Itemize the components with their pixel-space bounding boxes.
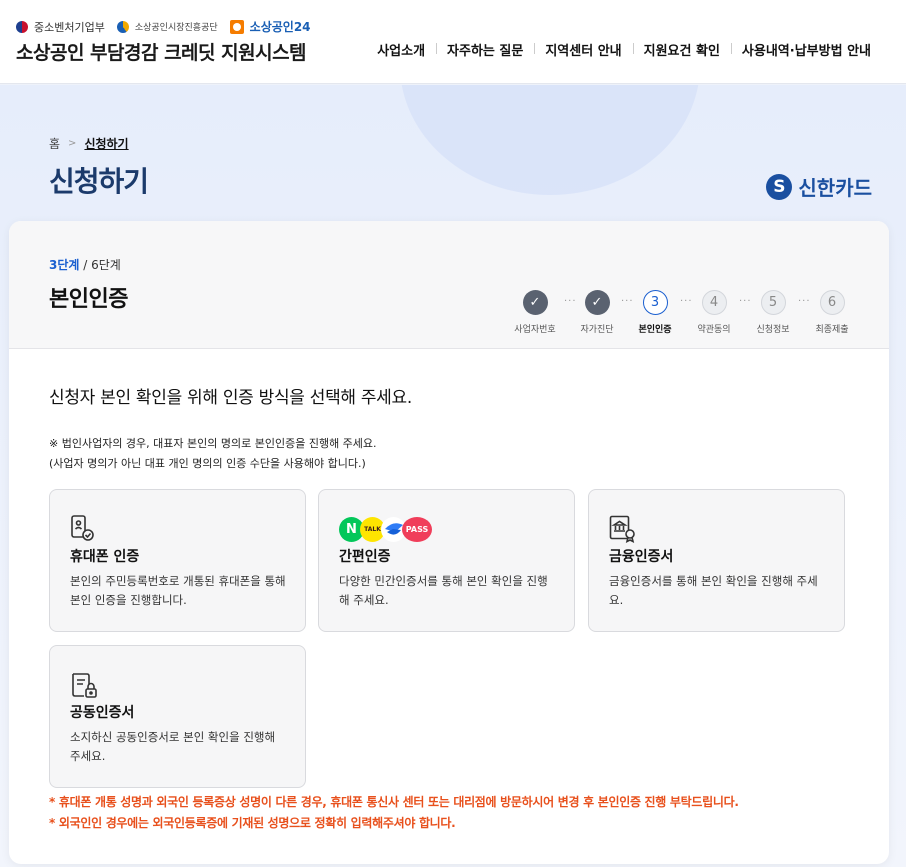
portal-logo-icon: [229, 19, 244, 34]
method-easy-auth[interactable]: N TALK PASS 간편인증 다양한 민간인증서를 통해 본인 확인을 진행…: [318, 489, 575, 632]
breadcrumb-home[interactable]: 홈: [49, 135, 60, 152]
step-progress: ✓ 사업자번호 ··· ✓ 자가진단 ··· 3 본인인증 ··· 4 약관동의…: [507, 290, 857, 340]
nav-item-faq[interactable]: 자주하는 질문: [436, 40, 534, 59]
step-title: 본인인증: [49, 287, 128, 312]
method-phone-auth[interactable]: 휴대폰 인증 본인의 주민등록번호로 개통된 휴대폰을 통해 본인 인증을 진행…: [49, 489, 306, 632]
method-desc: 다양한 민간인증서를 통해 본인 확인을 진행해 주세요.: [339, 574, 548, 607]
step-item-1: ✓ 사업자번호: [505, 290, 565, 335]
chevron-right-icon: >: [68, 138, 77, 149]
step-header: 3단계 / 6단계 본인인증 ✓ 사업자번호 ··· ✓ 자가진단 ··· 3 …: [9, 221, 889, 349]
nav-item-eligibility[interactable]: 지원요건 확인: [632, 40, 731, 59]
step-number: 5: [760, 290, 786, 315]
step-counter: 3단계 / 6단계: [49, 256, 121, 273]
step-current: 3단계: [49, 258, 80, 272]
check-icon: ✓: [522, 290, 548, 315]
method-desc: 금융인증서를 통해 본인 확인을 진행해 주세요.: [609, 574, 818, 607]
shinhan-card-icon: S: [766, 173, 793, 200]
breadcrumb-current[interactable]: 신청하기: [84, 135, 128, 152]
step-label: 본인인증: [638, 325, 672, 335]
page-title: 신청하기: [49, 165, 149, 198]
step-item-6: 6 최종제출: [802, 290, 862, 335]
step-item-5: 5 신청정보: [743, 290, 803, 335]
warning-text: * 외국인인 경우에는 외국인등록증에 기재된 성명으로 정확히 입력해주셔야 …: [49, 816, 456, 830]
method-title: 금융인증서: [609, 549, 674, 565]
method-title: 간편인증: [339, 549, 391, 565]
breadcrumb: 홈 > 신청하기: [49, 135, 129, 152]
portal-logo-text: 소상공인24: [249, 20, 311, 34]
main-nav: 사업소개 자주하는 질문 지역센터 안내 지원요건 확인 사용내역·납부방법 안…: [366, 40, 882, 59]
step-label: 최종제출: [815, 325, 849, 335]
easy-auth-icons: N TALK PASS: [339, 515, 432, 543]
nav-item-regional-center[interactable]: 지역센터 안내: [534, 40, 632, 59]
step-label: 신청정보: [756, 325, 790, 335]
pass-icon: PASS: [402, 516, 432, 542]
agency-logo-text: 소상공인시장진흥공단: [134, 23, 218, 33]
step-number: 4: [701, 290, 727, 315]
partner-logo: S 신한카드: [766, 172, 872, 201]
step-item-4: 4 약관동의: [684, 290, 744, 335]
partner-name: 신한카드: [798, 176, 872, 200]
method-title: 휴대폰 인증: [70, 549, 140, 565]
step-total: / 6단계: [79, 258, 121, 272]
site-title[interactable]: 소상공인 부담경감 크레딧 지원시스템: [16, 38, 307, 65]
step-item-2: ✓ 자가진단: [567, 290, 627, 335]
step-number: 6: [819, 290, 845, 315]
method-title: 공동인증서: [70, 705, 135, 721]
phone-check-icon: [70, 515, 96, 543]
step-number: 3: [642, 290, 668, 315]
nav-item-about[interactable]: 사업소개: [366, 40, 436, 59]
site-header: 중소벤처기업부 소상공인시장진흥공단 소상공인24 소상공인 부담경감 크레딧 …: [0, 0, 906, 84]
step-label: 사업자번호: [514, 325, 556, 335]
bank-certificate-icon: [609, 515, 637, 543]
nav-item-usage-payment[interactable]: 사용내역·납부방법 안내: [730, 40, 882, 59]
logo-group[interactable]: 중소벤처기업부 소상공인시장진흥공단 소상공인24: [16, 18, 311, 35]
ministry-logo-text: 중소벤처기업부: [34, 20, 105, 34]
instruction-text: 신청자 본인 확인을 위해 인증 방식을 선택해 주세요.: [49, 388, 412, 408]
step-label: 자가진단: [580, 325, 614, 335]
note-line: (사업자 명의가 아닌 대표 개인 명의의 인증 수단을 사용해야 합니다.): [49, 457, 366, 470]
corporate-note: ※ 법인사업자의 경우, 대표자 본인의 명의로 본인인증을 진행해 주세요. …: [49, 434, 377, 474]
hero-decoration: [400, 85, 700, 195]
method-financial-cert[interactable]: 금융인증서 금융인증서를 통해 본인 확인을 진행해 주세요.: [588, 489, 845, 632]
warning-text: * 휴대폰 개통 성명과 외국인 등록증상 성명이 다른 경우, 휴대폰 통신사…: [49, 795, 739, 809]
step-item-3: 3 본인인증: [625, 290, 685, 335]
method-desc: 소지하신 공동인증서로 본인 확인을 진행해 주세요.: [70, 730, 276, 763]
step-label: 약관동의: [697, 325, 731, 335]
document-lock-icon: [70, 671, 98, 699]
method-desc: 본인의 주민등록번호로 개통된 휴대폰을 통해 본인 인증을 진행합니다.: [70, 574, 286, 607]
note-line: ※ 법인사업자의 경우, 대표자 본인의 명의로 본인인증을 진행해 주세요.: [49, 437, 377, 450]
auth-card: 3단계 / 6단계 본인인증 ✓ 사업자번호 ··· ✓ 자가진단 ··· 3 …: [9, 221, 889, 864]
method-joint-cert[interactable]: 공동인증서 소지하신 공동인증서로 본인 확인을 진행해 주세요.: [49, 645, 306, 788]
check-icon: ✓: [584, 290, 610, 315]
agency-logo-icon: [116, 20, 129, 33]
ministry-logo-icon: [16, 20, 28, 33]
